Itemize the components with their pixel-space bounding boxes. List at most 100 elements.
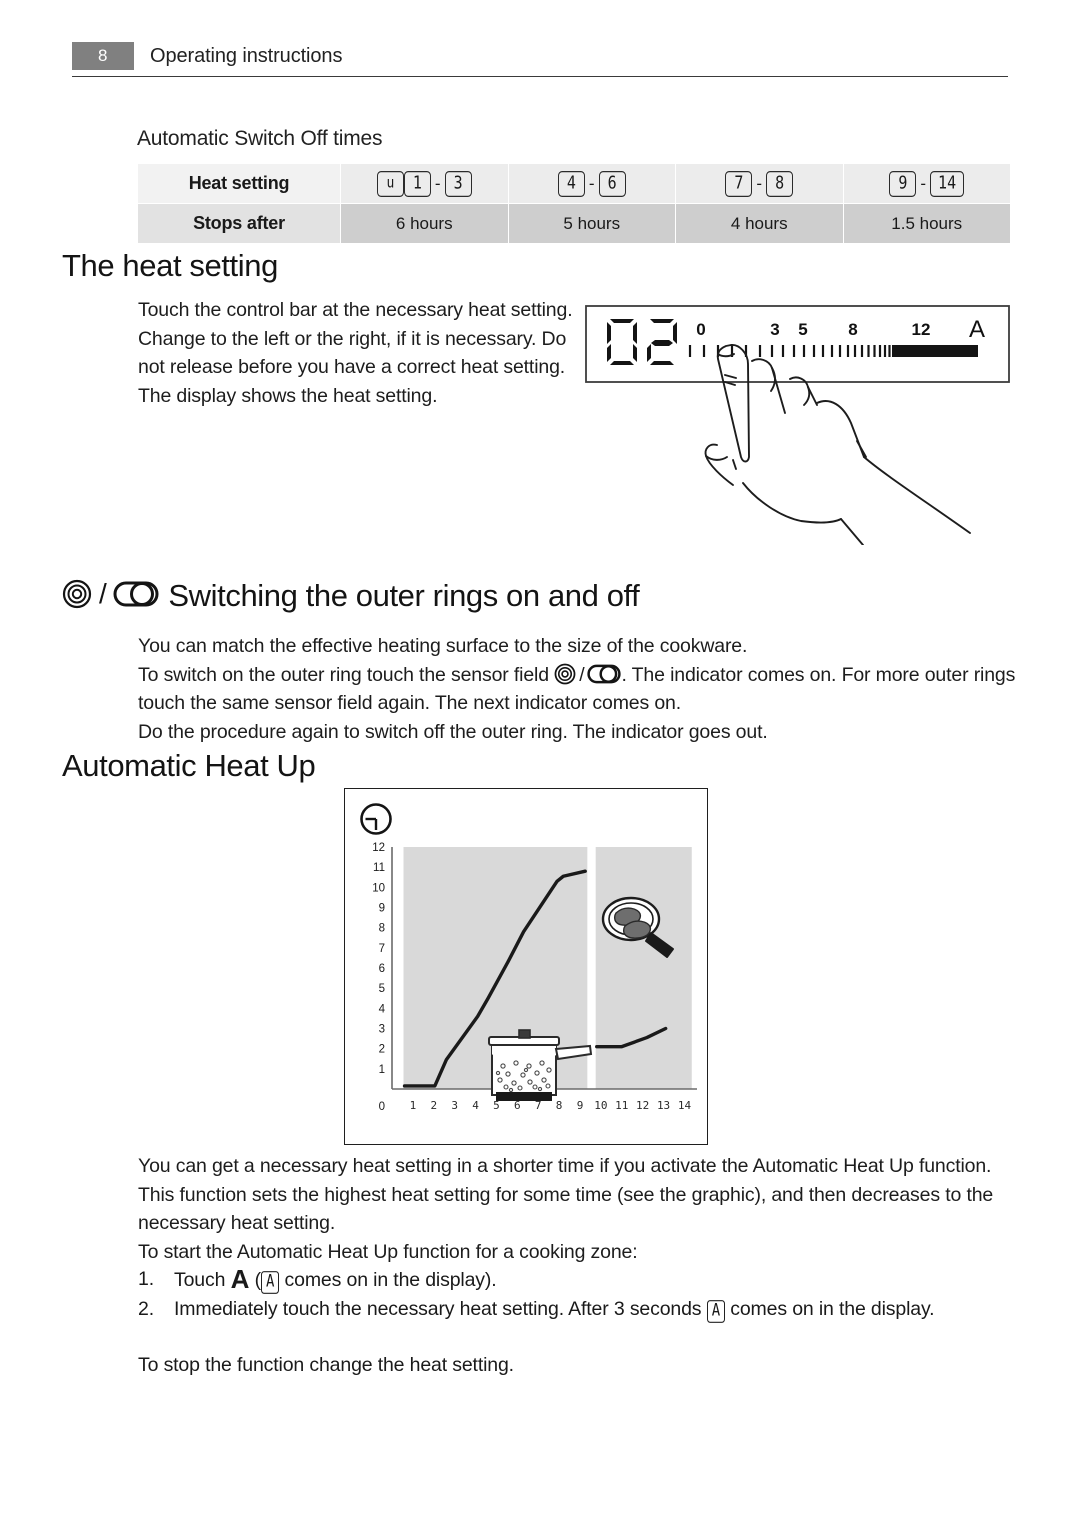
section-heading-auto-heat-up: Automatic Heat Up [62, 748, 316, 783]
x-tick-13: 13 [657, 1099, 670, 1112]
range-dash-1: - [434, 173, 441, 193]
auto-heat-paragraph-1-text: You can get a necessary heat setting in … [138, 1155, 994, 1234]
y-tick-8: 8 [379, 923, 385, 935]
auto-heat-paragraph-2-text: To start the Automatic Heat Up function … [138, 1240, 638, 1263]
lcd-key-4: 4 [557, 170, 585, 197]
scale-label-5: 5 [798, 320, 807, 339]
outer-ring-icon-group: / [62, 578, 159, 610]
dual-oval-zone-icon [113, 581, 159, 607]
table-cell-stops-3: 4 hours [676, 204, 843, 243]
y-tick-10: 10 [372, 882, 385, 894]
y-tick-4: 4 [379, 1003, 386, 1015]
y-tick-0: 0 [379, 1101, 385, 1113]
table-cell-setting-1: u1-3 [341, 164, 508, 203]
lcd-key-9: 9 [889, 170, 917, 197]
header-divider [72, 76, 1008, 77]
x-tick-2: 2 [430, 1099, 437, 1112]
x-tick-1: 1 [410, 1099, 417, 1112]
x-tick-8: 8 [556, 1099, 563, 1112]
outer-rings-paragraph: You can match the effective heating surf… [138, 632, 1016, 746]
heat-setting-illustration: 0 3 5 8 12 A [585, 305, 1010, 545]
range-dash-4: - [920, 173, 927, 193]
section-heading-heat-setting: The heat setting [62, 248, 278, 283]
control-bar-filled-segment [892, 345, 978, 357]
chart-y-tick-labels: 0123456789101112 [372, 842, 385, 1113]
page-header: 8 Operating instructions [72, 42, 1008, 82]
switch-off-subtitle: Automatic Switch Off times [137, 127, 383, 150]
y-tick-2: 2 [379, 1044, 385, 1056]
table-row-stops-after: Stops after 6 hours 5 hours 4 hours 1.5 … [138, 204, 1010, 243]
list-item-step-1: 1. Touch A (A comes on in the display). [138, 1265, 1018, 1295]
page-number: 8 [72, 42, 134, 70]
outer-rings-line-2-part1: To switch on the outer ring touch the se… [138, 663, 549, 686]
clock-icon [360, 803, 392, 835]
range-dash-3: - [756, 173, 763, 193]
y-tick-12: 12 [372, 842, 385, 854]
lcd-key-6: 6 [598, 170, 626, 197]
automatic-heat-up-chart: 0123456789101112 1 2 3 4 5 6 7 8 9 10 11 12 13 14 [344, 788, 708, 1145]
lcd-key-7: 7 [725, 170, 753, 197]
header-title: Operating instructions [150, 45, 343, 67]
step-2-text: Immediately touch the necessary heat set… [174, 1295, 1018, 1324]
table-cell-stops-1: 6 hours [341, 204, 508, 243]
step-2-pre: Immediately touch the necessary heat set… [174, 1297, 702, 1320]
y-tick-11: 11 [373, 862, 385, 874]
table-cell-setting-2: 4-6 [508, 164, 675, 203]
scale-label-0: 0 [696, 320, 705, 339]
heat-setting-paragraph: Touch the control bar at the necessary h… [138, 299, 573, 407]
outer-rings-line-2: To switch on the outer ring touch the se… [138, 663, 1016, 714]
lcd-key-A-2: A [706, 1299, 725, 1323]
scale-label-12: 12 [912, 320, 931, 339]
auto-heat-paragraph-1: You can get a necessary heat setting in … [138, 1152, 1018, 1266]
icon-separator: / [99, 578, 107, 609]
auto-heat-closing: To stop the function change the heat set… [138, 1354, 514, 1376]
scale-label-A: A [969, 316, 985, 343]
auto-heat-up-A-symbol: A [230, 1264, 250, 1294]
y-tick-1: 1 [379, 1064, 385, 1076]
lcd-key-14: 14 [930, 170, 965, 197]
step-1-text: Touch A (A comes on in the display). [174, 1265, 1018, 1295]
table-cell-setting-4: 9-14 [843, 164, 1010, 203]
table-cell-stops-4: 1.5 hours [843, 204, 1010, 243]
x-tick-12: 12 [636, 1099, 649, 1112]
y-tick-9: 9 [379, 903, 385, 915]
y-tick-7: 7 [379, 943, 385, 955]
x-tick-11: 11 [615, 1099, 628, 1112]
lcd-key-1: 1 [403, 170, 431, 197]
y-tick-5: 5 [379, 983, 385, 995]
step-1-number: 1. [138, 1268, 154, 1290]
table-row-heat-setting: Heat setting u1-3 4-6 7-8 9-14 [138, 164, 1010, 203]
triple-ring-icon [62, 579, 92, 609]
section-heading-outer-rings: / Switching the outer rings on and off [62, 578, 640, 614]
triple-ring-icon-inline [554, 663, 576, 684]
list-item-step-2: 2. Immediately touch the necessary heat … [138, 1295, 1018, 1324]
panel-frying [595, 847, 692, 1089]
outer-rings-line-1: You can match the effective heating surf… [138, 635, 748, 657]
table-cell-setting-3: 7-8 [676, 164, 843, 203]
x-tick-14: 14 [678, 1099, 692, 1112]
scale-label-8: 8 [848, 320, 857, 339]
lcd-key-u: u [376, 170, 404, 197]
table-cell-stops-2: 5 hours [508, 204, 675, 243]
scale-label-3: 3 [770, 320, 779, 339]
y-tick-3: 3 [379, 1024, 385, 1036]
x-tick-4: 4 [472, 1099, 479, 1112]
outer-rings-line-3: Do the procedure again to switch off the… [138, 720, 768, 743]
row-label-heat-setting: Heat setting [138, 164, 340, 203]
step-2-post: comes on in the display. [730, 1297, 935, 1320]
x-tick-9: 9 [577, 1099, 584, 1112]
lcd-key-8: 8 [766, 170, 794, 197]
row-label-stops-after: Stops after [138, 204, 340, 243]
step-2-number: 2. [138, 1297, 154, 1320]
x-tick-10: 10 [594, 1099, 607, 1112]
step-1-pre: Touch [174, 1269, 226, 1291]
x-tick-3: 3 [451, 1099, 458, 1112]
lcd-key-3: 3 [444, 170, 472, 197]
outer-rings-heading-text: Switching the outer rings on and off [168, 578, 640, 613]
range-dash-2: - [588, 173, 595, 193]
switch-off-table: Heat setting u1-3 4-6 7-8 9-14 Stops aft… [137, 163, 1011, 244]
auto-heat-steps: 1. Touch A (A comes on in the display). … [138, 1265, 1018, 1323]
y-tick-6: 6 [379, 963, 385, 975]
dual-oval-zone-icon-inline [587, 664, 622, 683]
lcd-key-A-1: A [260, 1271, 280, 1294]
